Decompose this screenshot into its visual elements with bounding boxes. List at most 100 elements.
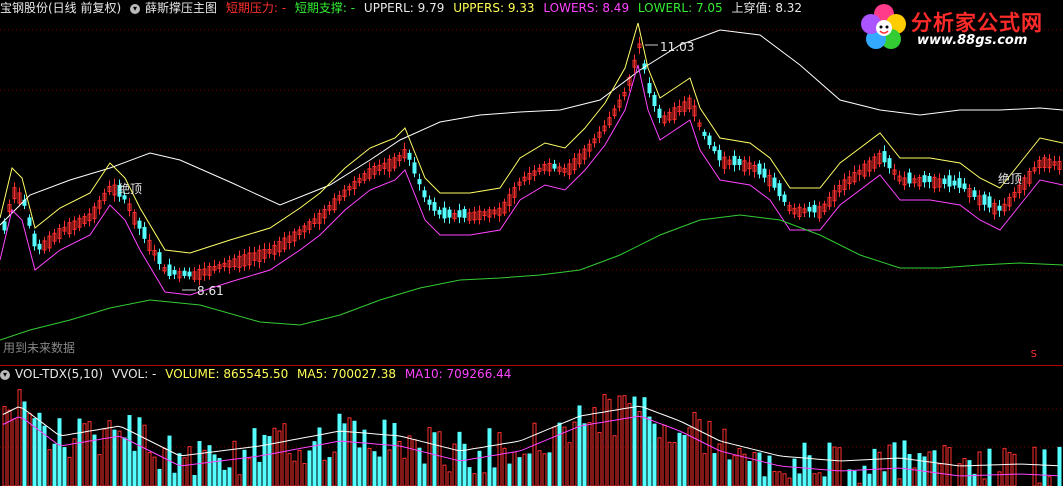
volume-bar	[597, 431, 602, 486]
candle-body	[987, 196, 992, 208]
candle-body	[462, 208, 467, 218]
volume-bar	[22, 401, 27, 486]
volume-bar	[137, 417, 142, 486]
candle-body	[652, 94, 657, 107]
volume-bar	[447, 471, 452, 486]
volume-bar	[862, 465, 867, 486]
candle-body	[137, 220, 142, 229]
indicator-menu-icon[interactable]: ▾	[130, 3, 141, 14]
volume-bar	[152, 456, 157, 486]
panel-separator	[0, 365, 1063, 366]
volume-bar	[122, 437, 127, 486]
volume-bar	[457, 431, 462, 486]
volume-bar	[652, 423, 657, 486]
volume-bar	[797, 473, 802, 486]
candle-body	[732, 155, 737, 166]
volume-bar	[1002, 448, 1007, 486]
upperl-line	[0, 29, 1063, 226]
flower-icon	[861, 4, 906, 49]
volume-bar	[577, 405, 582, 486]
stock-name[interactable]: 宝钢股份(日线 前复权)	[0, 1, 121, 15]
volume-bar	[917, 453, 922, 486]
candle-body	[717, 149, 722, 161]
volume-bar	[387, 449, 392, 486]
volume-bar	[497, 432, 502, 486]
volume-bar	[242, 449, 247, 486]
candle-body	[952, 180, 957, 186]
volume-bar	[202, 449, 207, 486]
volume-bar	[52, 443, 57, 486]
volume-bar	[62, 447, 67, 486]
volume-bar	[567, 442, 572, 486]
volume-bar	[212, 454, 217, 486]
volume-bar	[757, 452, 762, 486]
volume-bar	[892, 442, 897, 486]
volume-bar	[592, 407, 597, 486]
candle-body	[707, 135, 712, 146]
candle-body	[432, 202, 437, 211]
volume-bar	[192, 475, 197, 486]
indicator-name[interactable]: 薛斯撑压主图	[145, 1, 217, 15]
volume-bar	[777, 471, 782, 486]
volume-bar	[572, 421, 577, 486]
volume-bar	[682, 434, 687, 486]
candle-body	[157, 252, 162, 264]
volume-bar	[482, 472, 487, 486]
volume-menu-icon[interactable]: ▾	[0, 369, 10, 380]
volume-bar	[512, 451, 517, 486]
volume-bar	[537, 450, 542, 486]
vvol-value: VVOL: -	[111, 367, 157, 381]
volume-bar	[767, 455, 772, 486]
volume-bar	[12, 418, 17, 486]
volume-bar	[912, 467, 917, 486]
volume-bar	[302, 462, 307, 486]
lowers-value: LOWERS: 8.49	[543, 1, 630, 15]
volume-bar	[442, 464, 447, 486]
volume-bar	[732, 455, 737, 486]
volume-bar	[662, 424, 667, 486]
volume-bar	[507, 463, 512, 486]
candle-body	[887, 158, 892, 169]
candle-body	[807, 206, 812, 212]
volume-bar	[742, 453, 747, 486]
volume-bar	[377, 456, 382, 486]
volume-bar	[382, 419, 387, 486]
candle-body	[447, 209, 452, 218]
volume-bar	[222, 469, 227, 486]
volume-bar	[897, 478, 902, 486]
candle-body	[712, 146, 717, 152]
volume-bar	[17, 389, 22, 486]
volume-bar	[362, 429, 367, 486]
candle-body	[457, 210, 462, 218]
volume-bar	[887, 444, 892, 486]
volume-bar	[827, 442, 832, 486]
candle-body	[757, 163, 762, 175]
low-price-label: 8.61	[197, 284, 224, 298]
volume-bar	[67, 456, 72, 486]
volume-bar	[852, 470, 857, 486]
volume-bar	[932, 450, 937, 486]
volume-bar	[882, 471, 887, 486]
uppers-value: UPPERS: 9.33	[453, 1, 535, 15]
volume-bar	[807, 455, 812, 486]
kline-chart[interactable]	[0, 0, 1063, 486]
candle-body	[762, 168, 767, 178]
volume-bar	[317, 427, 322, 486]
candle-body	[772, 177, 777, 188]
candle-body	[437, 209, 442, 215]
volume-bar	[107, 420, 112, 486]
volume-header: ▾ VOL-TDX(5,10) VVOL: - VOLUME: 865545.50…	[0, 367, 516, 382]
volume-bar	[102, 428, 107, 486]
volume-bar	[292, 460, 297, 486]
top-signal-label-right: 绝顶	[998, 172, 1023, 186]
candle-body	[37, 243, 42, 250]
volume-bar	[337, 413, 342, 486]
candle-body	[702, 131, 707, 136]
short-pressure-value: 短期压力: -	[225, 1, 287, 15]
cross-value: 上穿值: 8.32	[731, 1, 803, 15]
volume-bar	[792, 458, 797, 486]
volume-bar	[1047, 476, 1052, 486]
volume-indicator-name[interactable]: VOL-TDX(5,10)	[15, 367, 103, 381]
volume-bar	[1042, 449, 1047, 486]
volume-bar	[647, 416, 652, 486]
